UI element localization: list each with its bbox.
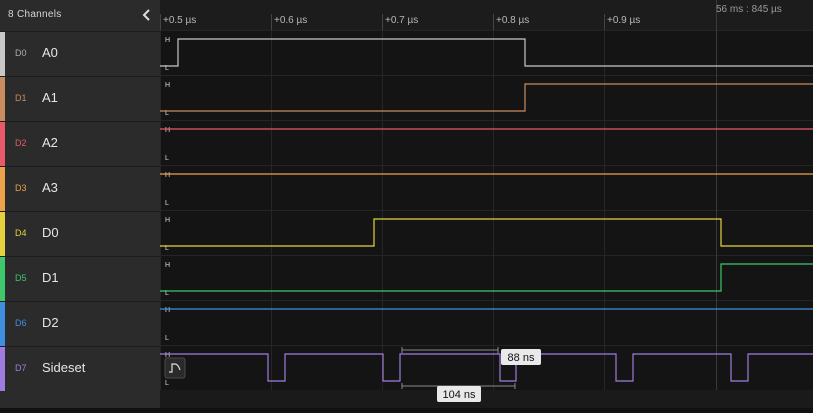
level-high-label: H (165, 127, 170, 134)
channel-code: D0 (15, 48, 27, 58)
lane-background (160, 256, 813, 300)
level-low-label: L (165, 335, 169, 342)
channel-name: A1 (42, 90, 58, 105)
lane-background (160, 211, 813, 255)
lane-background (160, 346, 813, 390)
pulse-width-label: 88 ns (508, 352, 535, 364)
channel-color-stripe (0, 302, 5, 346)
trigger-icon-box (164, 357, 186, 379)
level-high-label: H (165, 37, 170, 44)
time-tick-label: +0.5 µs (163, 15, 196, 26)
channel-name: Sideset (42, 360, 86, 375)
channel-code: D3 (15, 183, 27, 193)
channel-name: D0 (42, 225, 59, 240)
level-high-label: H (165, 217, 170, 224)
channel-code: D7 (15, 363, 27, 373)
time-tick-label: +0.6 µs (274, 15, 307, 26)
channel-row-d2[interactable]: D2 A2 (0, 121, 160, 166)
time-tick-label: +0.9 µs (607, 15, 640, 26)
lane-background (160, 121, 813, 165)
channel-code: D1 (15, 93, 27, 103)
level-high-label: H (165, 262, 170, 269)
channel-row-d7[interactable]: D7 Sideset (0, 346, 160, 391)
channel-count-title: 8 Channels (8, 9, 62, 20)
channel-row-d0[interactable]: D0 A0 (0, 31, 160, 76)
lane-background (160, 31, 813, 75)
channel-name: A2 (42, 135, 58, 150)
channel-name: A0 (42, 45, 58, 60)
channel-code: D2 (15, 138, 27, 148)
time-tick-label: +0.7 µs (385, 15, 418, 26)
chevron-left-icon[interactable] (140, 6, 154, 24)
level-low-label: L (165, 155, 169, 162)
time-tick-label: +0.8 µs (496, 15, 529, 26)
waveform-view[interactable]: +0.5 µs +0.6 µs +0.7 µs +0.8 µs +0.9 µs 56 ms… (160, 0, 813, 408)
channel-name: A3 (42, 180, 58, 195)
channel-color-stripe (0, 347, 5, 391)
level-high-label: H (165, 82, 170, 89)
channel-row-d3[interactable]: D3 A3 (0, 166, 160, 211)
level-high-label: H (165, 307, 170, 314)
lane-background (160, 166, 813, 210)
level-high-label: H (165, 172, 170, 179)
channel-color-stripe (0, 212, 5, 256)
channel-name: D2 (42, 315, 59, 330)
cursor-time-label: 56 ms : 845 µs (716, 4, 782, 15)
lane-background (160, 76, 813, 120)
channel-code: D6 (15, 318, 27, 328)
channel-color-stripe (0, 167, 5, 211)
channel-row-d5[interactable]: D5 D1 (0, 256, 160, 301)
channel-row-d1[interactable]: D1 A1 (0, 76, 160, 121)
level-low-label: L (165, 200, 169, 207)
channel-color-stripe (0, 122, 5, 166)
channel-color-stripe (0, 32, 5, 76)
channel-row-d4[interactable]: D4 D0 (0, 211, 160, 256)
channel-panel: 8 Channels D0 A0 D1 A1 D2 A2 D3 A3 D4 D0 D5 D1 D6 D2 D… (0, 0, 160, 408)
channel-name: D1 (42, 270, 59, 285)
channel-color-stripe (0, 257, 5, 301)
level-low-label: L (165, 380, 169, 387)
lane-background (160, 301, 813, 345)
waveform-canvas[interactable]: +0.5 µs +0.6 µs +0.7 µs +0.8 µs +0.9 µs 56 ms… (160, 0, 813, 408)
channel-code: D4 (15, 228, 27, 238)
channel-panel-header: 8 Channels (0, 0, 160, 30)
pulse-trigger-icon[interactable] (164, 357, 186, 379)
bottom-bar (160, 390, 813, 408)
channel-code: D5 (15, 273, 27, 283)
period-label: 104 ns (442, 389, 476, 401)
channel-color-stripe (0, 77, 5, 121)
channel-row-d6[interactable]: D6 D2 (0, 301, 160, 346)
